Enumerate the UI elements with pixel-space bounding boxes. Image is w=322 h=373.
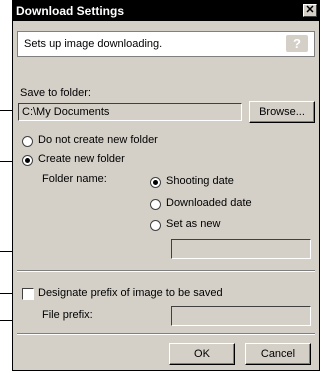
create-new-folder-radio[interactable] <box>22 155 33 166</box>
new-folder-name-field[interactable] <box>171 239 311 259</box>
ok-button[interactable]: OK <box>169 343 235 365</box>
save-to-folder-label: Save to folder: <box>20 87 91 99</box>
window-title: Download Settings <box>16 4 124 18</box>
close-button[interactable]: ✕ <box>303 4 317 17</box>
create-new-folder-label: Create new folder <box>38 153 125 165</box>
help-button[interactable]: ? <box>286 35 308 52</box>
download-settings-dialog: Download Settings ✕ Sets up image downlo… <box>12 0 320 371</box>
save-folder-field[interactable]: C:\My Documents <box>18 103 242 121</box>
description-text: Sets up image downloading. <box>24 38 163 50</box>
designate-prefix-checkbox[interactable] <box>22 288 34 300</box>
do-not-create-folder-label: Do not create new folder <box>38 134 158 146</box>
separator <box>17 270 315 272</box>
file-prefix-label: File prefix: <box>42 309 93 321</box>
downloaded-date-radio[interactable] <box>150 199 161 210</box>
shooting-date-radio[interactable] <box>150 177 161 188</box>
title-bar: Download Settings ✕ <box>13 1 319 21</box>
separator <box>17 333 315 335</box>
do-not-create-folder-radio[interactable] <box>22 136 33 147</box>
shooting-date-label: Shooting date <box>166 175 234 187</box>
set-as-new-radio[interactable] <box>150 220 161 231</box>
help-icon: ? <box>293 36 301 51</box>
downloaded-date-label: Downloaded date <box>166 197 252 209</box>
folder-name-label: Folder name: <box>42 173 107 185</box>
description-panel: Sets up image downloading. ? <box>17 31 315 57</box>
browse-button[interactable]: Browse... <box>249 101 315 123</box>
close-icon: ✕ <box>305 4 315 16</box>
cancel-button[interactable]: Cancel <box>245 343 311 365</box>
file-prefix-field[interactable] <box>171 306 311 326</box>
designate-prefix-label: Designate prefix of image to be saved <box>38 287 223 299</box>
set-as-new-label: Set as new <box>166 218 221 230</box>
